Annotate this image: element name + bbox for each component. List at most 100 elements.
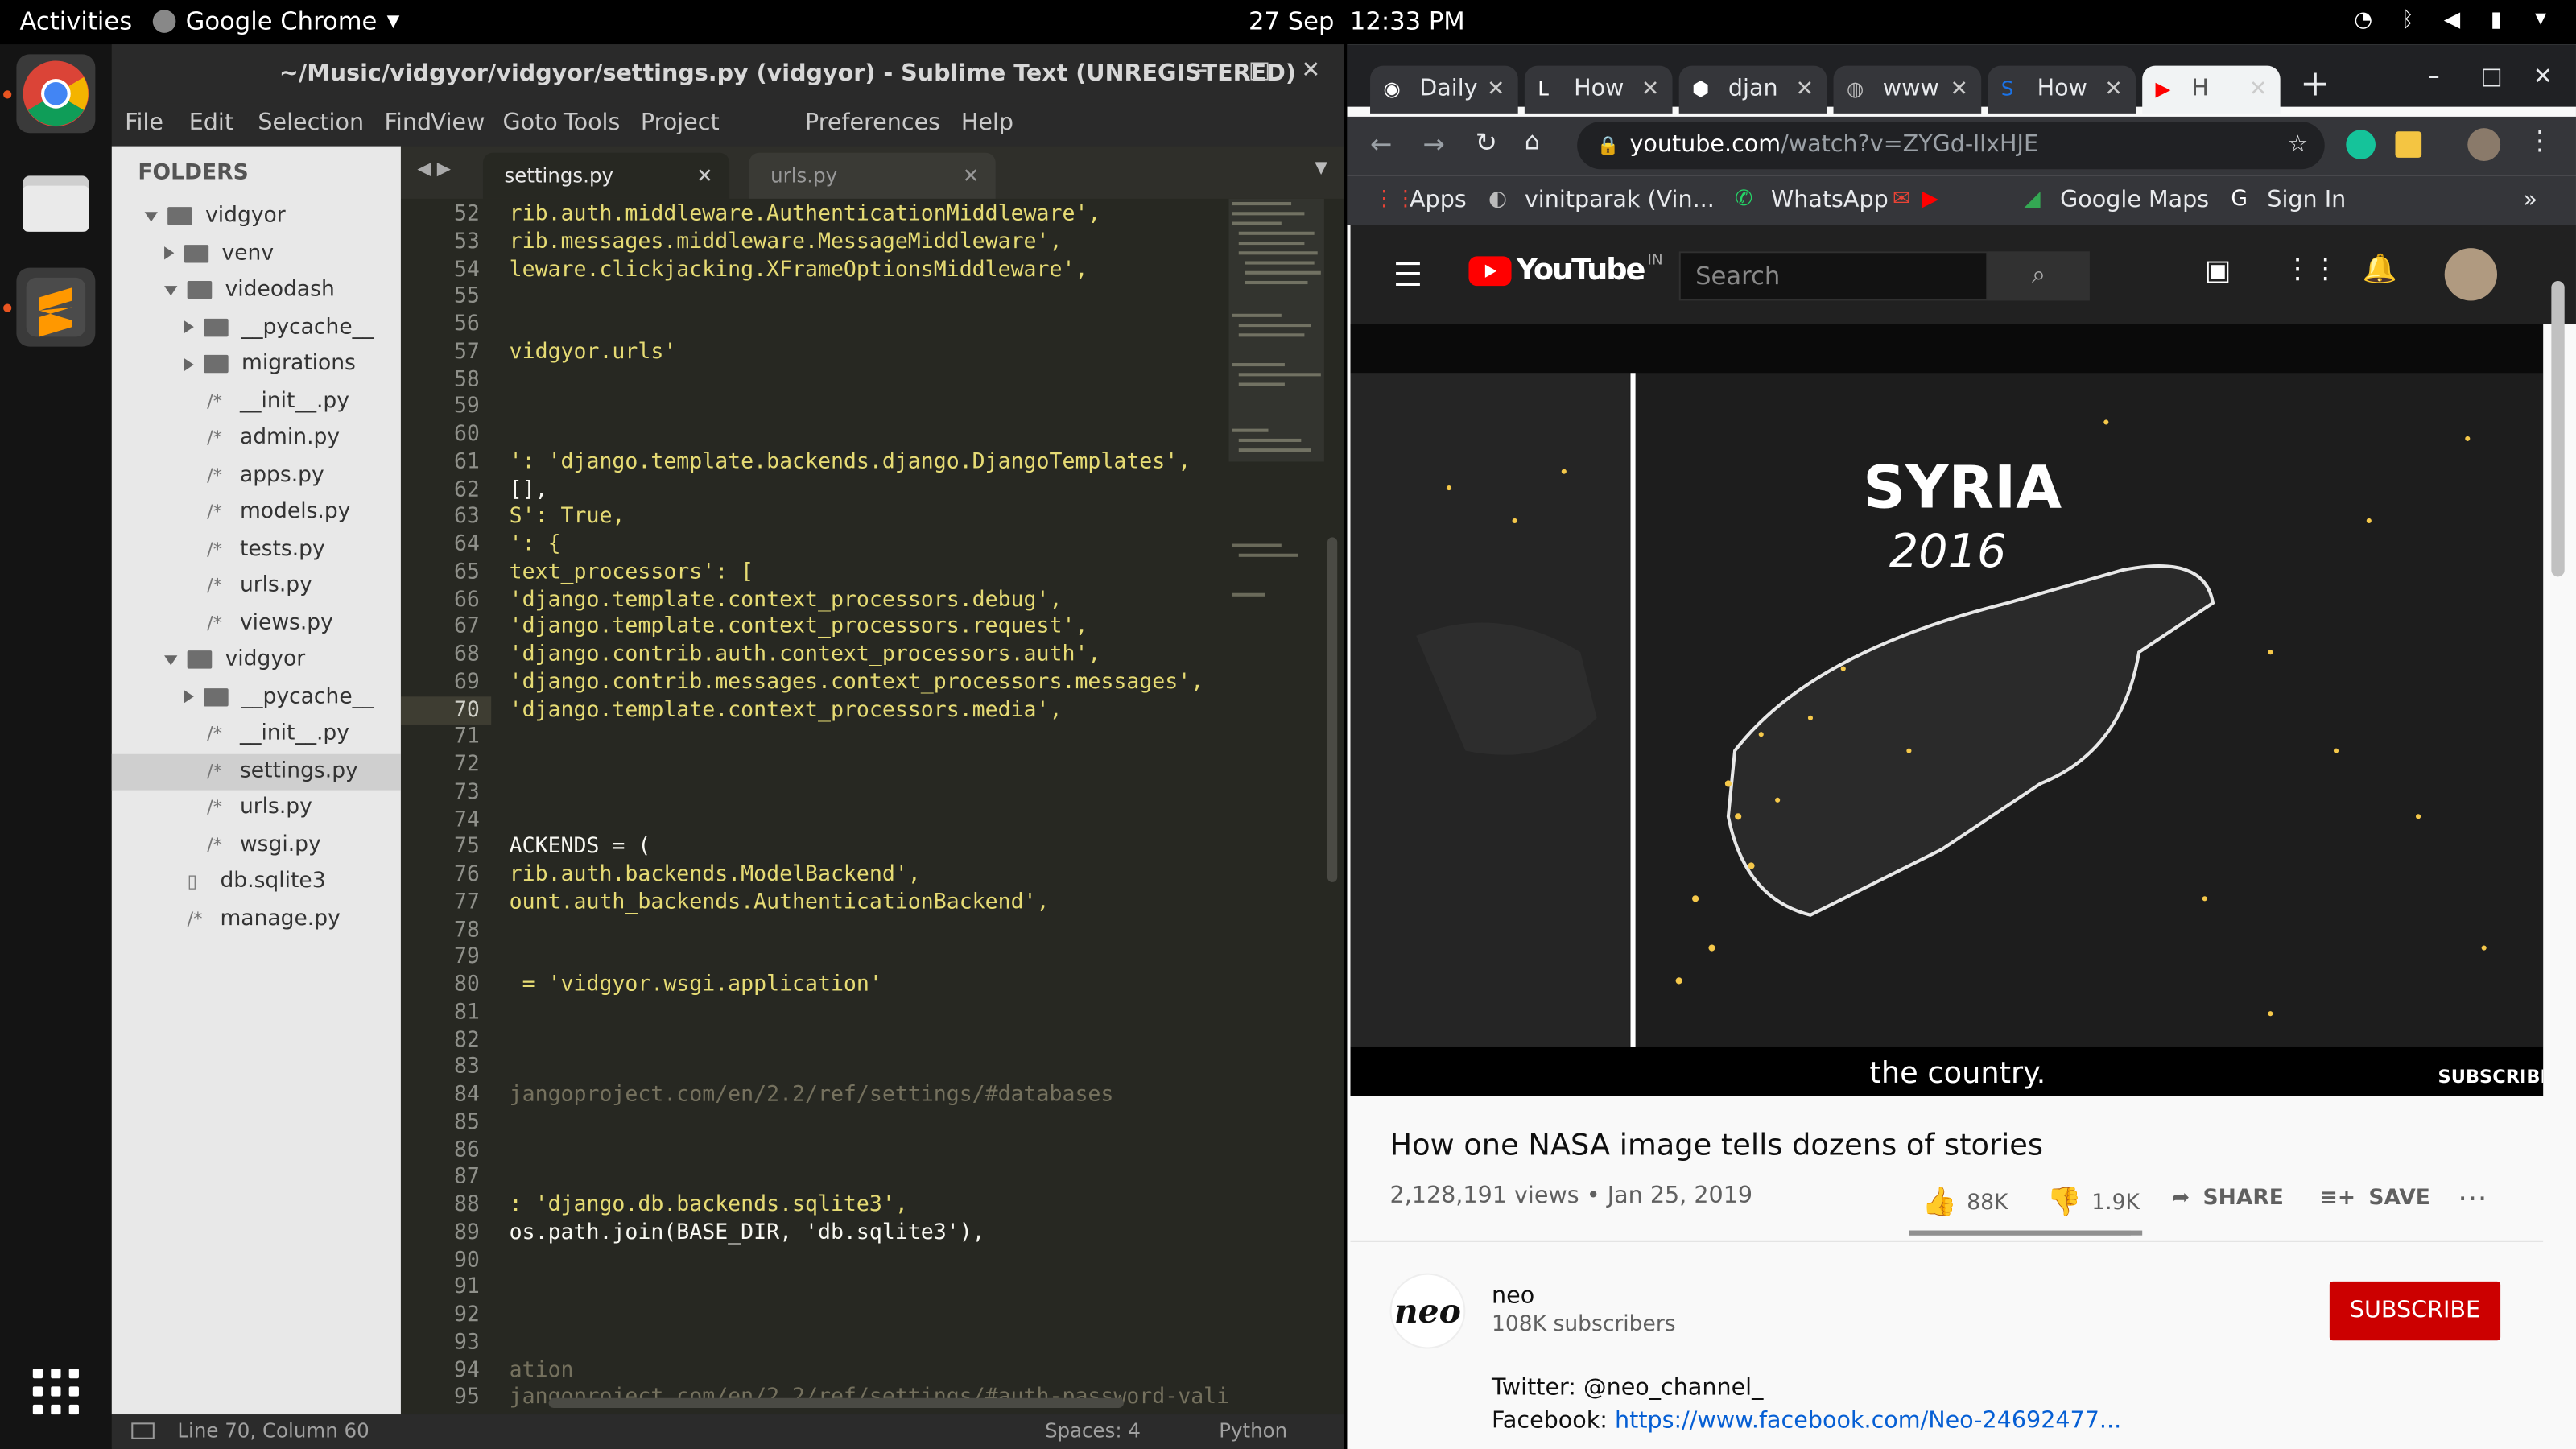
disclosure-open-icon[interactable] [164,285,178,295]
files-launcher[interactable] [16,163,95,242]
browser-tab[interactable]: ◉ Daily ✕ [1370,65,1518,114]
browser-tab[interactable]: ⬢ djan ✕ [1678,65,1827,114]
editor-scrollbar[interactable] [1327,537,1338,882]
close-icon[interactable]: ✕ [2249,66,2267,114]
address-bar[interactable]: 🔒 youtube.com/watch?v=ZYGd-llxHJE ☆ [1577,122,2325,170]
like-button[interactable]: 👍 88K [1922,1186,2008,1219]
maximize-button[interactable]: □ [1249,57,1270,84]
new-tab-icon[interactable]: + [2300,64,2330,105]
close-icon[interactable]: ✕ [2104,66,2122,114]
subscribe-button[interactable]: SUBSCRIBE [2329,1281,2501,1341]
tab-settings[interactable]: settings.py ✕ [482,152,730,199]
bookmark-item[interactable]: Sign In [2267,188,2346,214]
facebook-link[interactable]: https://www.facebook.com/Neo-24692477... [1615,1408,2121,1435]
grammarly-icon[interactable] [2346,130,2376,159]
code-line[interactable]: leware.clickjacking.XFrameOptionsMiddlew… [510,257,1088,282]
code-line[interactable]: jangoproject.com/en/2.2/ref/settings/#da… [510,1083,1114,1108]
minimize-button[interactable]: – [1196,57,1208,84]
reload-icon[interactable]: ↻ [1476,126,1497,158]
menu-help[interactable]: Help [961,110,1013,137]
bookmarks-overflow-button[interactable]: » [2524,188,2538,214]
youtube-icon[interactable]: ▶ [1922,188,1938,213]
channel-name[interactable]: neo [1492,1283,1534,1310]
bookmark-item[interactable]: vinitparak (Vin... [1525,188,1715,214]
bookmark-item[interactable]: Google Maps [2060,188,2209,214]
create-video-icon[interactable]: ▣ [2205,254,2231,287]
browser-tab[interactable]: ▶ H ✕ [2142,65,2281,114]
tree-folder[interactable]: venv [164,236,427,272]
more-vert-icon[interactable]: ⋮ [2527,125,2553,156]
chrome-launcher[interactable] [16,54,96,134]
disclosure-open-icon[interactable] [164,654,178,665]
forward-icon[interactable]: → [1422,128,1444,159]
code-line[interactable]: = 'vidgyor.wsgi.application' [510,972,882,997]
google-icon[interactable]: G [2231,188,2248,213]
channel-avatar[interactable]: neo [1389,1273,1466,1349]
menu-selection[interactable]: Selection [258,110,364,137]
disclosure-closed-icon[interactable] [184,320,194,334]
code-line[interactable]: text_processors': [ [510,559,754,584]
tree-file[interactable]: /* settings.py [111,753,401,790]
video-player[interactable]: SYRIA 2016 the country. SUBSCRIBE [1350,324,2544,1096]
browser-tab[interactable]: S How ✕ [1988,65,2136,114]
close-icon[interactable]: ✕ [1951,66,1968,114]
code-line[interactable]: ount.auth_backends.AuthenticationBackend… [510,890,1050,915]
app-menu[interactable]: Google Chrome ▼ [152,6,399,36]
maps-icon[interactable]: ◢ [2024,188,2040,213]
home-icon[interactable]: ⌂ [1525,126,1540,156]
code-editor[interactable]: 52 rib.auth.middleware.AuthenticationMidd… [400,198,1344,1415]
code-line[interactable]: S': True, [510,505,625,530]
hamburger-menu-icon[interactable]: ☰ [1393,254,1423,294]
disclosure-open-icon[interactable] [144,211,158,221]
star-icon[interactable]: ☆ [2288,122,2309,169]
code-line[interactable]: ation [510,1358,574,1383]
code-line[interactable]: rib.auth.middleware.AuthenticationMiddle… [510,202,1101,227]
activities-button[interactable]: Activities [19,6,132,36]
tree-file[interactable]: ▯ db.sqlite3 [164,864,427,900]
menu-edit[interactable]: Edit [189,110,233,137]
menu-goto[interactable]: Goto [502,110,557,137]
tree-folder[interactable]: vidgyor [144,199,408,235]
close-icon[interactable]: ✕ [1487,66,1505,114]
maximize-button[interactable]: □ [2481,64,2503,91]
page-scrollbar[interactable] [2551,280,2565,577]
browser-tab[interactable]: ◍ www ✕ [1833,65,1982,114]
share-button[interactable]: ➦ SHARE [2172,1186,2284,1211]
save-button[interactable]: ≡+ SAVE [2320,1186,2430,1211]
more-horiz-icon[interactable]: ⋯ [2458,1181,2487,1216]
tree-file[interactable]: /* manage.py [164,901,427,937]
tree-folder[interactable]: videodash [164,273,427,309]
code-line[interactable]: rib.auth.backends.ModelBackend', [510,862,921,887]
code-line[interactable]: 'django.template.context_processors.medi… [510,697,1063,722]
close-icon[interactable]: ✕ [1796,66,1814,114]
system-tray[interactable]: ◔ ᛒ ◀ ▮ ▼ [2351,8,2553,33]
tree-folder[interactable]: vidgyor [164,642,427,679]
disclosure-closed-icon[interactable] [184,690,194,704]
browser-tab[interactable]: L How ✕ [1524,65,1673,114]
subscribe-watermark[interactable]: SUBSCRIBE [2438,1066,2544,1088]
tab-nav-arrows[interactable]: ◀ ▶ [417,158,451,180]
notifications-bell-icon[interactable]: 🔔 [2363,253,2397,286]
menu-file[interactable]: File [125,110,163,137]
code-line[interactable]: 'django.contrib.messages.context_process… [510,670,1204,695]
minimap[interactable] [1228,198,1327,691]
horizontal-scrollbar[interactable] [548,1397,1124,1408]
code-line[interactable]: : 'django.db.backends.sqlite3', [510,1193,908,1218]
sublime-launcher[interactable] [16,267,96,347]
extension-icon[interactable] [2395,131,2422,158]
menu-project[interactable]: Project [641,110,720,137]
close-button[interactable]: ✕ [1301,57,1320,84]
code-line[interactable]: os.path.join(BASE_DIR, 'db.sqlite3'), [510,1220,985,1245]
bookmark-item[interactable]: Apps [1410,188,1467,214]
disclosure-closed-icon[interactable] [184,357,194,371]
indentation-setting[interactable]: Spaces: 4 [1045,1419,1141,1443]
gmail-icon[interactable]: ✉ [1893,188,1910,213]
search-icon[interactable]: ⌕ [1988,251,2090,301]
code-line[interactable]: ACKENDS = ( [510,835,651,860]
whatsapp-icon[interactable]: ✆ [1735,188,1752,213]
close-button[interactable]: ✕ [2533,64,2553,91]
menu-view[interactable]: View [431,110,485,137]
close-icon[interactable]: ✕ [696,153,713,199]
code-line[interactable]: rib.messages.middleware.MessageMiddlewar… [510,229,1063,254]
bookmark-item[interactable]: WhatsApp [1771,188,1889,214]
